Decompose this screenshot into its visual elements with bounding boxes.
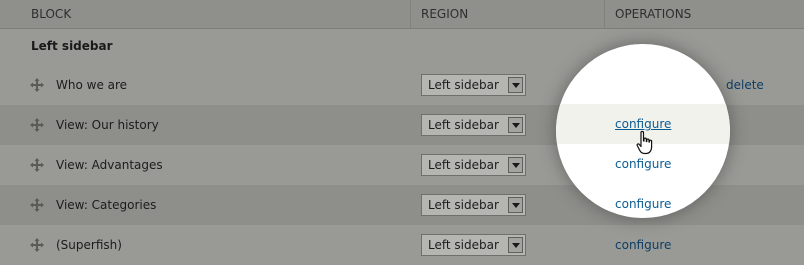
configure-link[interactable]: configure [615, 157, 671, 171]
configure-link[interactable]: configure [615, 117, 671, 131]
chevron-down-icon[interactable] [508, 237, 523, 253]
move-arrows-icon[interactable] [30, 158, 44, 172]
region-select[interactable]: Left sidebar [421, 114, 526, 136]
column-divider [410, 0, 411, 28]
configure-link[interactable]: configure [615, 197, 671, 211]
region-select[interactable]: Left sidebar [421, 194, 526, 216]
block-label: Who we are [56, 78, 128, 92]
column-header-block: BLOCK [31, 7, 72, 21]
chevron-down-icon[interactable] [508, 197, 523, 213]
table-header: BLOCK REGION OPERATIONS [0, 0, 804, 29]
block-label: View: Advantages [56, 158, 163, 172]
spotlight-highlight: configure configure configure [556, 44, 730, 218]
move-arrows-icon[interactable] [30, 118, 44, 132]
region-select[interactable]: Left sidebar [421, 74, 526, 96]
table-row: (Superfish) Left sidebar configure [0, 225, 804, 265]
region-select-value: Left sidebar [428, 238, 499, 252]
chevron-down-icon[interactable] [508, 77, 523, 93]
region-title: Left sidebar [31, 39, 113, 53]
region-select[interactable]: Left sidebar [421, 154, 526, 176]
move-arrows-icon[interactable] [30, 238, 44, 252]
region-select-value: Left sidebar [428, 198, 499, 212]
region-select[interactable]: Left sidebar [421, 234, 526, 256]
block-label: View: Categories [56, 198, 157, 212]
configure-link[interactable]: configure [615, 238, 671, 252]
chevron-down-icon[interactable] [508, 117, 523, 133]
chevron-down-icon[interactable] [508, 157, 523, 173]
delete-link[interactable]: delete [726, 78, 764, 92]
region-select-value: Left sidebar [428, 158, 499, 172]
move-arrows-icon[interactable] [30, 198, 44, 212]
region-select-value: Left sidebar [428, 78, 499, 92]
block-label: (Superfish) [56, 238, 122, 252]
column-divider [604, 0, 605, 28]
move-arrows-icon[interactable] [30, 78, 44, 92]
column-header-operations: OPERATIONS [615, 7, 692, 21]
block-label: View: Our history [56, 118, 159, 132]
column-header-region: REGION [421, 7, 469, 21]
region-select-value: Left sidebar [428, 118, 499, 132]
hand-pointer-icon [636, 130, 656, 156]
